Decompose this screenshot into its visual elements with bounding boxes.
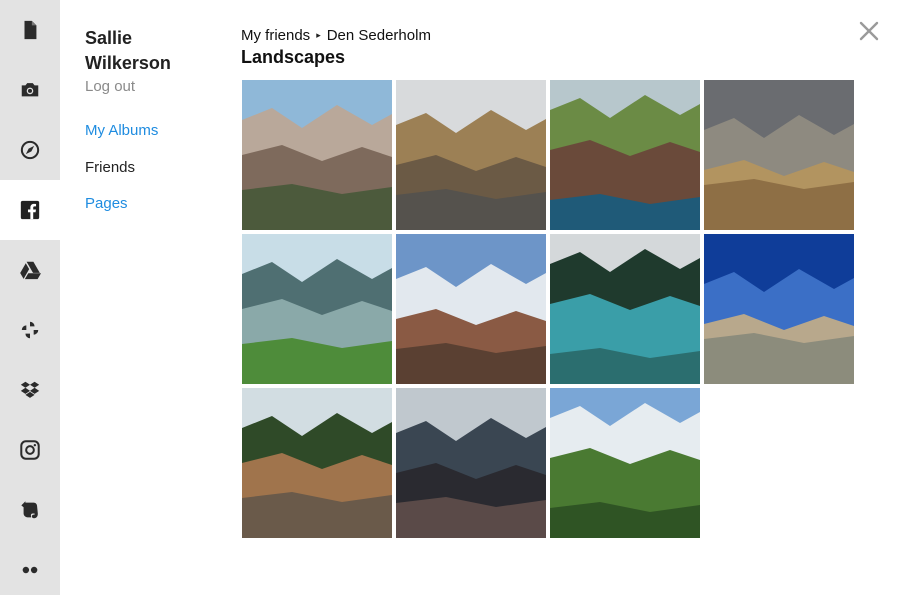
- user-first-name: Sallie: [85, 28, 133, 48]
- user-last-name: Wilkerson: [85, 53, 171, 73]
- album-title: Landscapes: [241, 47, 346, 67]
- file-icon[interactable]: [0, 0, 60, 60]
- user-panel: Sallie Wilkerson Log out: [85, 26, 225, 95]
- instagram-icon[interactable]: [0, 420, 60, 480]
- nav-pages[interactable]: Pages: [85, 194, 158, 231]
- nav-my-albums[interactable]: My Albums: [85, 121, 158, 158]
- album-nav: My Albums Friends Pages: [85, 121, 158, 231]
- service-sidebar: [0, 0, 60, 595]
- breadcrumb-parent[interactable]: My friends: [241, 27, 310, 44]
- photo-grid: [242, 80, 854, 538]
- breadcrumb-current: Den Sederholm: [326, 26, 431, 44]
- more-icon[interactable]: [0, 540, 60, 600]
- camera-icon[interactable]: [0, 60, 60, 120]
- facebook-icon[interactable]: [0, 180, 60, 240]
- photo-canyon-cliffs[interactable]: [242, 80, 392, 230]
- photo-lake-hills[interactable]: [242, 234, 392, 384]
- photo-mountain-road[interactable]: [396, 80, 546, 230]
- compass-icon[interactable]: [0, 120, 60, 180]
- photo-green-valley[interactable]: [550, 388, 700, 538]
- photo-desert-plateau[interactable]: [704, 80, 854, 230]
- photo-blue-sky-ridge[interactable]: [704, 234, 854, 384]
- photo-sea-arch[interactable]: [550, 80, 700, 230]
- logout-link[interactable]: Log out: [85, 78, 225, 95]
- breadcrumb: My friends ▸ Den Sederholm: [241, 26, 431, 44]
- close-button[interactable]: [859, 21, 879, 41]
- photo-red-canyon-sky[interactable]: [396, 234, 546, 384]
- nav-friends[interactable]: Friends: [85, 158, 158, 195]
- dropbox-icon[interactable]: [0, 360, 60, 420]
- breadcrumb-separator-icon: ▸: [316, 29, 321, 40]
- pinwheel-icon[interactable]: [0, 300, 60, 360]
- photo-turquoise-lake[interactable]: [550, 234, 700, 384]
- google-drive-icon[interactable]: [0, 240, 60, 300]
- photo-dusk-lake[interactable]: [396, 388, 546, 538]
- evernote-icon[interactable]: [0, 480, 60, 540]
- close-icon: [859, 21, 879, 41]
- photo-fishing-lake[interactable]: [242, 388, 392, 538]
